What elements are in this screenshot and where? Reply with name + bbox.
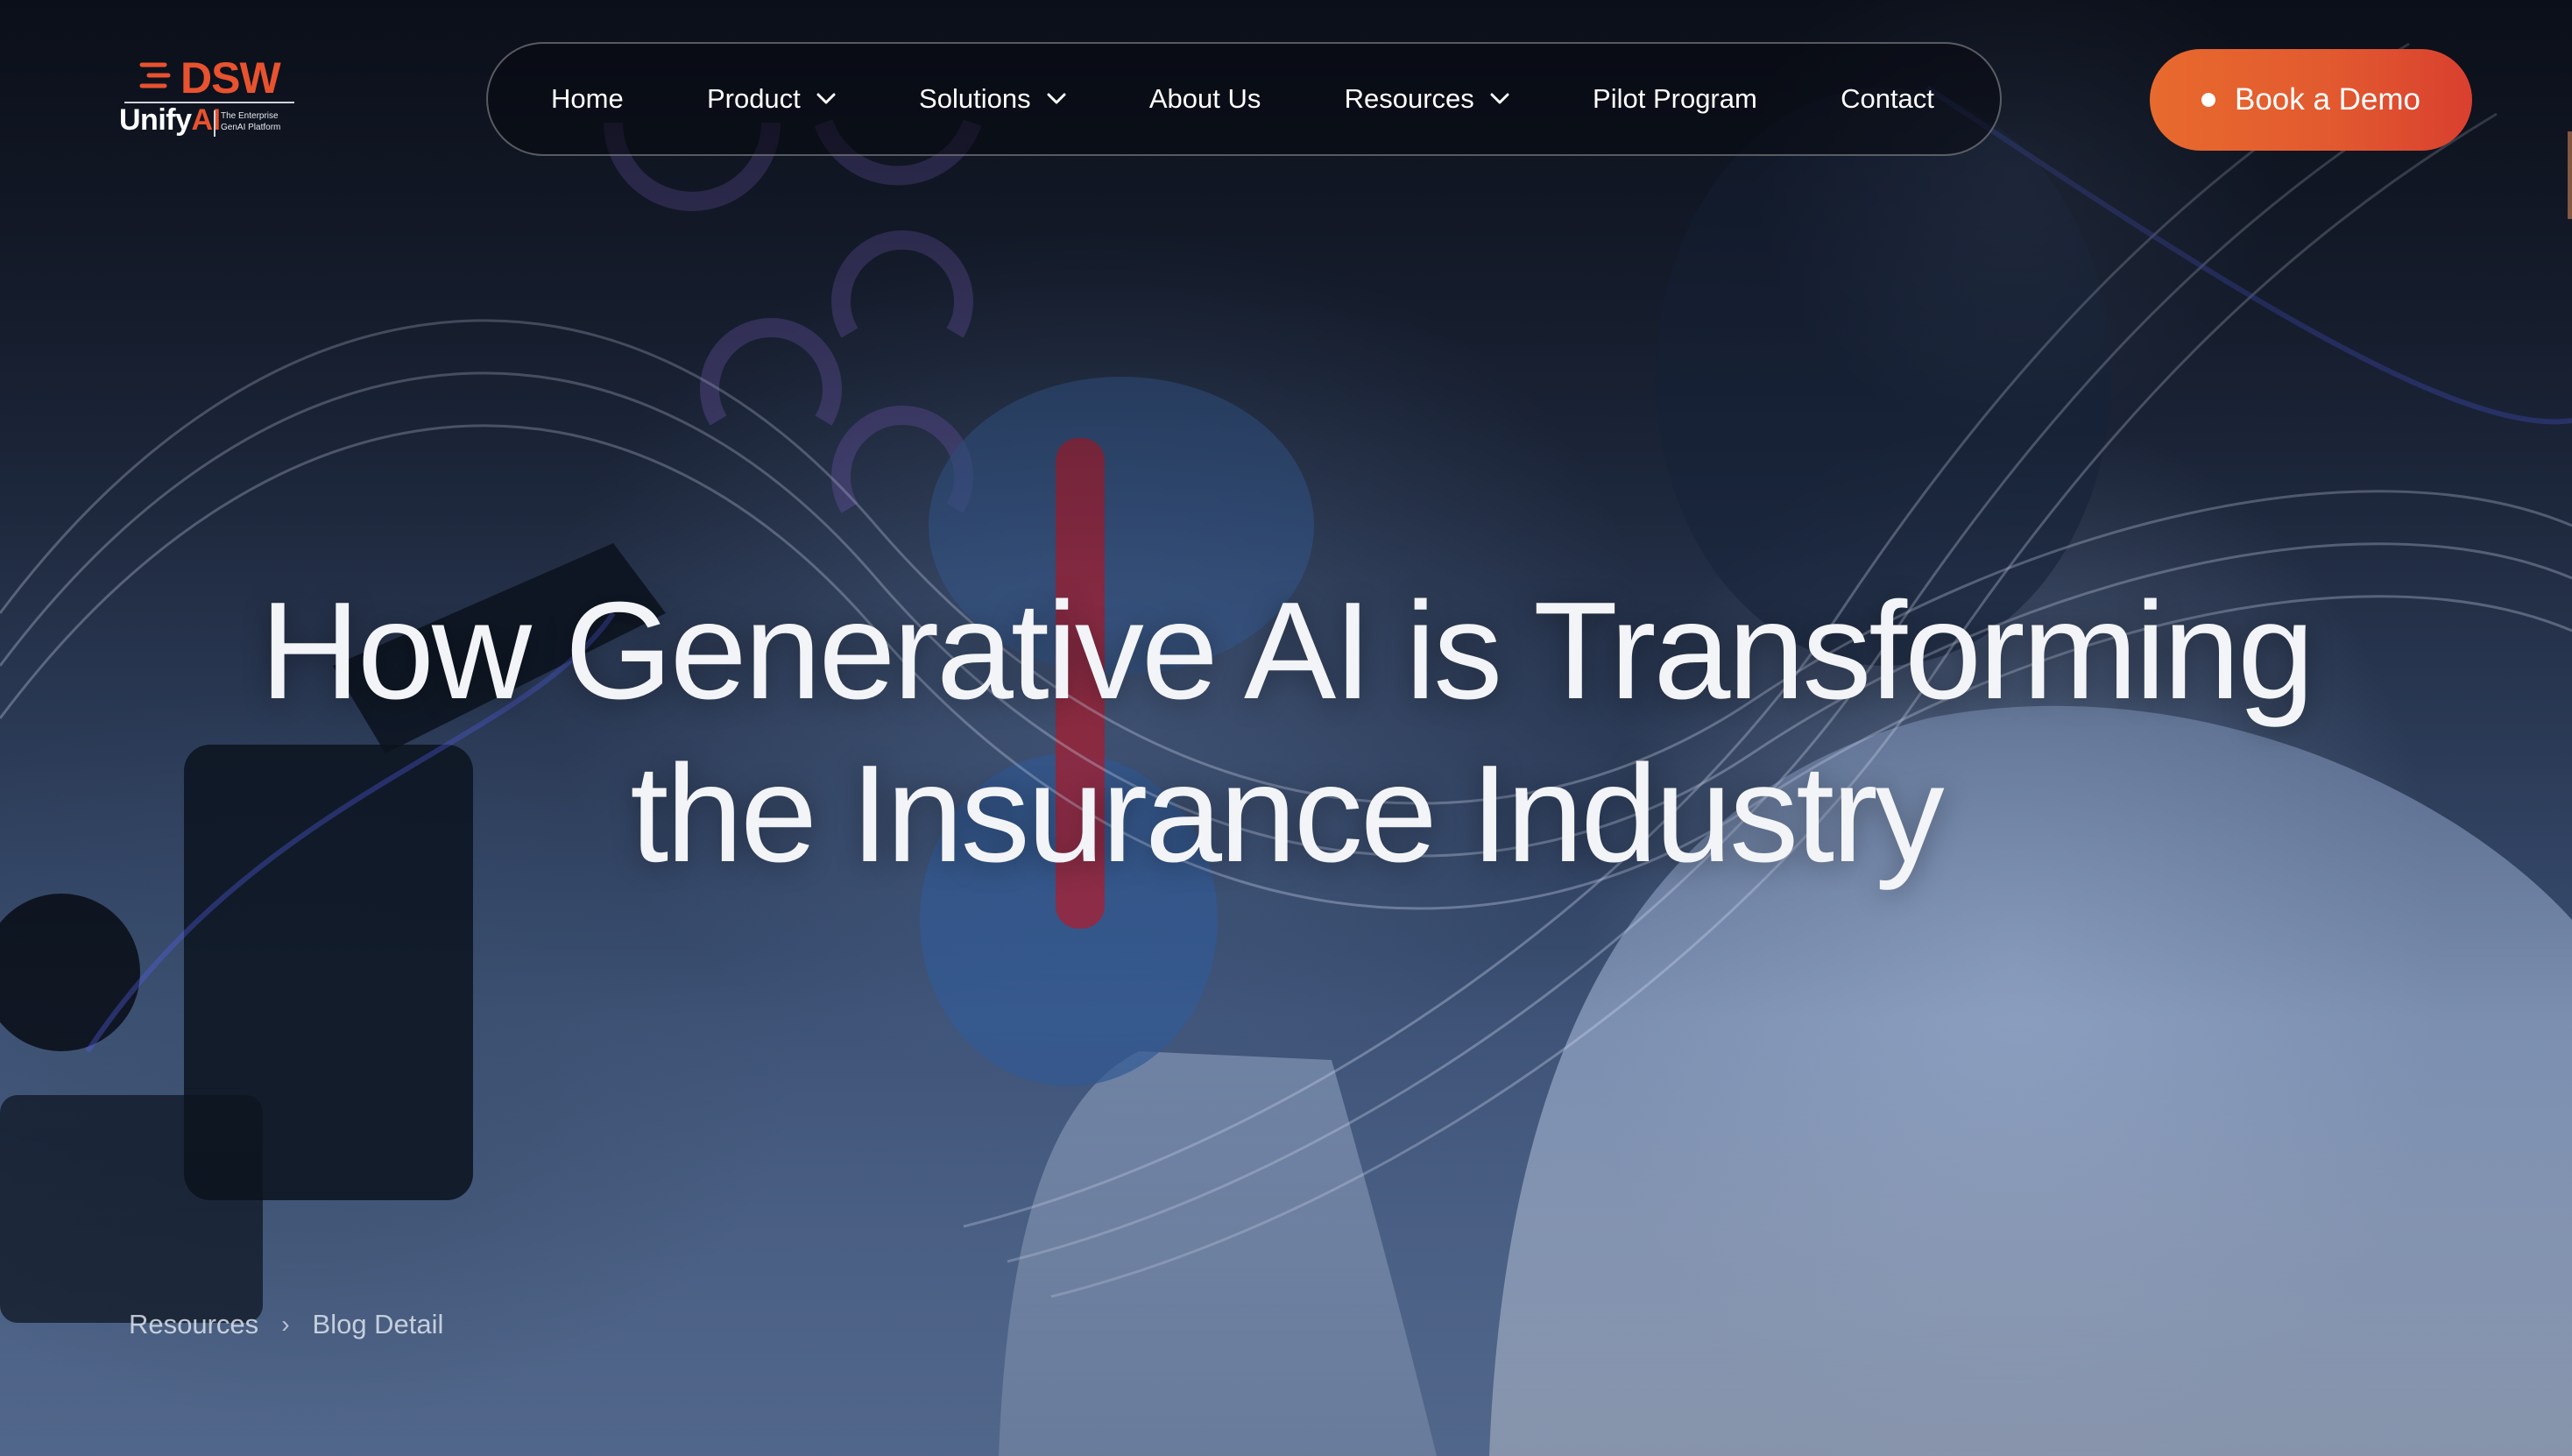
chevron-down-icon [816,93,836,104]
main-nav: Home Product Solutions About Us Resource… [486,42,2002,156]
logo-dsw-text: DSW [180,53,281,102]
page-title-line1: How Generative AI is Transforming [259,574,2314,728]
logo-tagline: The Enterprise GenAI Platform [221,110,280,133]
page-title-line2: the Insurance Industry [630,737,1944,891]
nav-item-solutions[interactable]: Solutions [919,83,1066,115]
logo-separator [214,110,216,137]
logo-tagline-line1: The Enterprise [221,111,279,121]
speed-lines-icon [139,62,171,88]
nav-item-label: Product [706,83,801,114]
nav-item-label: Resources [1344,83,1474,114]
nav-item-product[interactable]: Product [707,83,836,115]
chevron-down-icon [1490,93,1509,104]
chevron-down-icon [1047,93,1066,104]
breadcrumb-separator-icon: › [281,1311,290,1338]
breadcrumb-resources-link[interactable]: Resources [129,1309,258,1340]
brand-logo[interactable]: DSW UnifyAI The Enterprise GenAI Platfor… [119,53,294,144]
nav-item-home[interactable]: Home [551,83,624,115]
nav-item-label: About Us [1148,83,1261,114]
page-title: How Generative AI is Transforming the In… [147,569,2425,895]
nav-item-contact[interactable]: Contact [1841,83,1934,115]
nav-item-label: Pilot Program [1593,83,1757,114]
nav-item-pilot-program[interactable]: Pilot Program [1593,83,1757,115]
breadcrumb: Resources › Blog Detail [129,1309,443,1340]
logo-unify-word: Unify [119,103,192,137]
logo-tagline-line2: GenAI Platform [221,123,281,132]
book-demo-label: Book a Demo [2234,82,2421,117]
dot-icon [2201,93,2215,107]
breadcrumb-current: Blog Detail [312,1309,444,1339]
logo-unifyai-text: UnifyAI [119,103,221,138]
logo-ai-word: AI [191,103,222,137]
nav-item-label: Solutions [919,83,1031,114]
nav-item-label: Home [551,83,624,114]
book-demo-button[interactable]: Book a Demo [2150,49,2472,151]
nav-item-resources[interactable]: Resources [1345,83,1509,115]
nav-item-about-us[interactable]: About Us [1149,83,1261,115]
nav-item-label: Contact [1841,83,1934,114]
scrollbar[interactable] [2568,131,2572,219]
